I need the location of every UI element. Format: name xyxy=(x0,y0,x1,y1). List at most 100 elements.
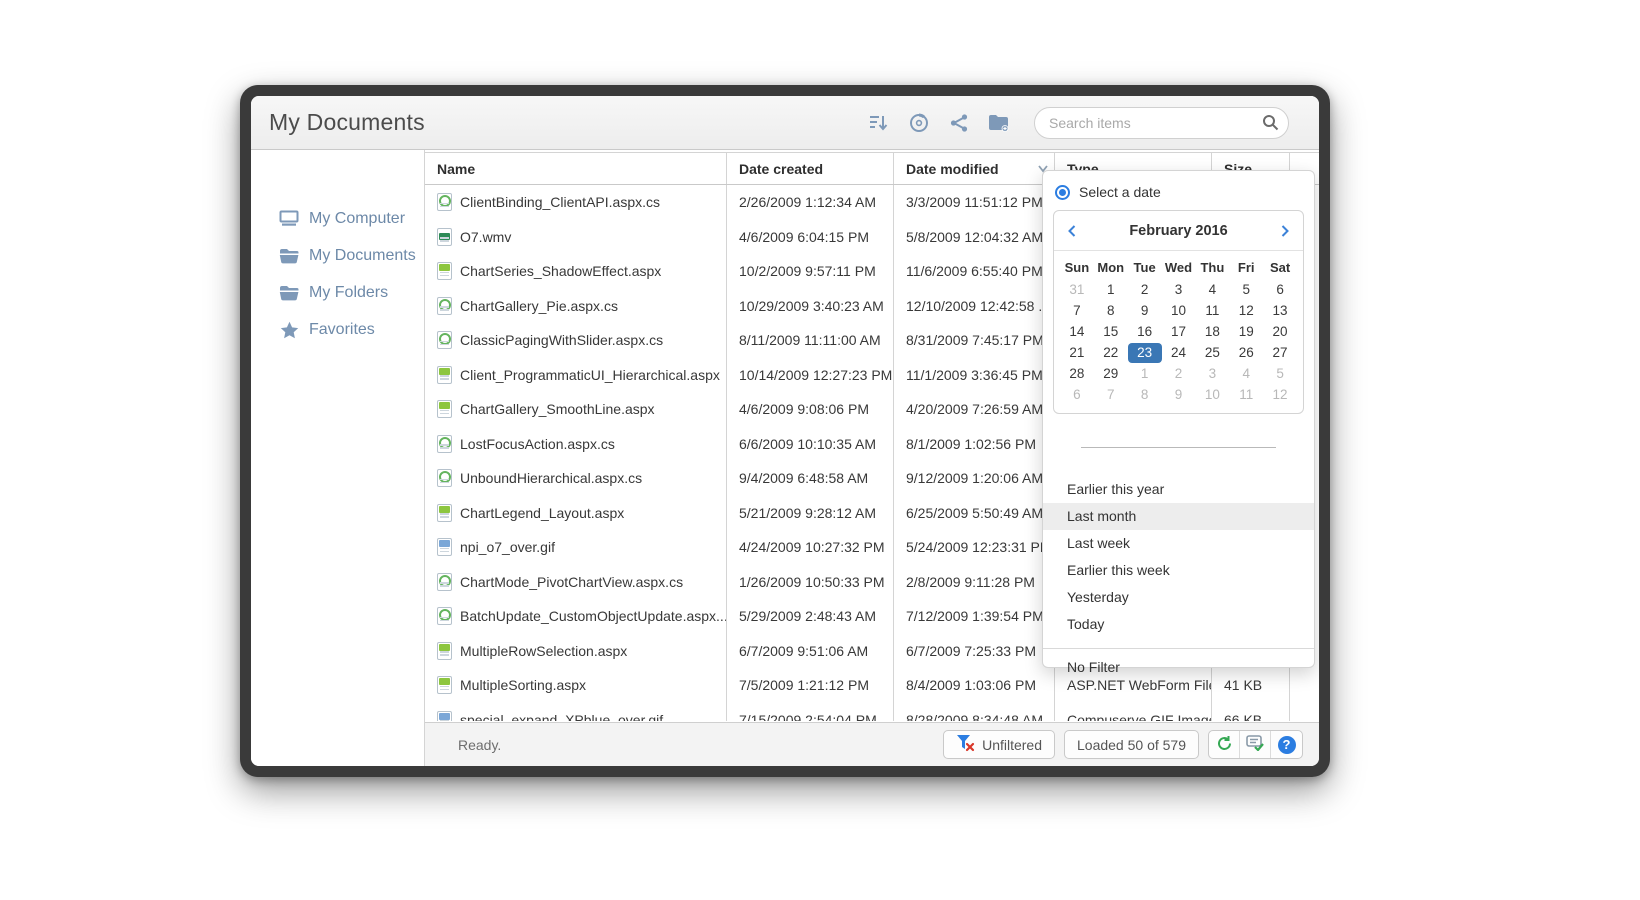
calendar-day[interactable]: 25 xyxy=(1195,343,1229,363)
status-bar-right: Unfiltered Loaded 50 of 579 xyxy=(943,730,1319,759)
filter-status-button[interactable]: Unfiltered xyxy=(943,730,1055,759)
file-date-created: 10/2/2009 9:57:11 PM xyxy=(727,254,894,289)
table-row[interactable]: special_expand_XPblue_over.gif 7/15/2009… xyxy=(425,703,1319,722)
sidebar-item-my-documents[interactable]: My Documents xyxy=(251,237,424,274)
column-header-date-created[interactable]: Date created xyxy=(727,153,894,184)
calendar-day[interactable]: 8 xyxy=(1094,301,1128,321)
calendar-day[interactable]: 2 xyxy=(1162,364,1196,384)
file-name: ClientBinding_ClientAPI.aspx.cs xyxy=(460,194,660,210)
calendar-day[interactable]: 11 xyxy=(1195,301,1229,321)
file-date-created: 5/29/2009 2:48:43 AM xyxy=(727,599,894,634)
calendar-day[interactable]: 13 xyxy=(1263,301,1297,321)
filter-status-label: Unfiltered xyxy=(982,737,1042,753)
file-date-modified: 6/25/2009 5:50:49 AM xyxy=(894,496,1055,531)
file-date-created: 4/6/2009 9:08:06 PM xyxy=(727,392,894,427)
disc-icon[interactable] xyxy=(906,110,932,136)
auto-refresh-button[interactable] xyxy=(1240,731,1271,758)
calendar-day[interactable]: 1 xyxy=(1128,364,1162,384)
file-name: Client_ProgrammaticUI_Hierarchical.aspx xyxy=(460,367,720,383)
monitor-check-icon xyxy=(1246,735,1264,754)
file-type-icon xyxy=(437,228,452,246)
calendar-day[interactable]: 27 xyxy=(1263,343,1297,363)
file-name: ChartLegend_Layout.aspx xyxy=(460,505,624,521)
calendar-day[interactable]: 3 xyxy=(1195,364,1229,384)
calendar-day[interactable]: 5 xyxy=(1263,364,1297,384)
column-header-name[interactable]: Name xyxy=(425,153,727,184)
calendar-day[interactable]: 20 xyxy=(1263,322,1297,342)
calendar-day[interactable]: 6 xyxy=(1263,280,1297,300)
quick-filter-item[interactable]: Earlier this year xyxy=(1043,476,1314,503)
calendar-day[interactable]: 9 xyxy=(1162,385,1196,405)
quick-filter-item[interactable]: Last week xyxy=(1043,530,1314,557)
calendar-day[interactable]: 18 xyxy=(1195,322,1229,342)
file-date-modified: 3/3/2009 11:51:12 PM xyxy=(894,185,1055,220)
calendar-next-button[interactable] xyxy=(1279,224,1291,238)
calendar-day[interactable]: 4 xyxy=(1195,280,1229,300)
sort-descending-icon[interactable] xyxy=(866,110,892,136)
file-type-icon xyxy=(437,642,452,660)
loaded-count-button[interactable]: Loaded 50 of 579 xyxy=(1064,730,1199,759)
sidebar-item-favorites[interactable]: Favorites xyxy=(251,311,424,348)
calendar-day[interactable]: 11 xyxy=(1229,385,1263,405)
calendar-day[interactable]: 12 xyxy=(1229,301,1263,321)
calendar-day[interactable]: 16 xyxy=(1128,322,1162,342)
search-input[interactable] xyxy=(1034,107,1289,139)
file-date-created: 2/26/2009 1:12:34 AM xyxy=(727,185,894,220)
calendar-day[interactable]: 31 xyxy=(1060,280,1094,300)
calendar-day[interactable]: 21 xyxy=(1060,343,1094,363)
share-icon[interactable] xyxy=(946,110,972,136)
calendar-day[interactable]: 2 xyxy=(1128,280,1162,300)
quick-filter-item[interactable]: Today xyxy=(1043,611,1314,638)
calendar-day[interactable]: 12 xyxy=(1263,385,1297,405)
quick-filter-item[interactable]: Earlier this week xyxy=(1043,557,1314,584)
calendar-day[interactable]: 4 xyxy=(1229,364,1263,384)
calendar-day[interactable]: 5 xyxy=(1229,280,1263,300)
calendar-day[interactable]: 10 xyxy=(1195,385,1229,405)
column-header-date-modified[interactable]: Date modified xyxy=(894,153,1055,184)
quick-filter-item[interactable]: Last month xyxy=(1043,503,1314,530)
calendar-day[interactable]: 6 xyxy=(1060,385,1094,405)
calendar-day[interactable]: 9 xyxy=(1128,301,1162,321)
new-folder-icon[interactable] xyxy=(986,110,1012,136)
status-bar: Ready. xyxy=(425,722,1319,766)
calendar-day[interactable]: 22 xyxy=(1094,343,1128,363)
help-button[interactable]: ? xyxy=(1271,731,1302,758)
sidebar-item-my-computer[interactable]: My Computer xyxy=(251,200,424,237)
calendar-day[interactable]: 14 xyxy=(1060,322,1094,342)
calendar-day[interactable]: 10 xyxy=(1162,301,1196,321)
quick-filter-list: Earlier this yearLast monthLast weekEarl… xyxy=(1043,476,1314,638)
quick-filter-item[interactable]: Yesterday xyxy=(1043,584,1314,611)
sidebar-item-my-folders[interactable]: My Folders xyxy=(251,274,424,311)
calendar-day[interactable]: 24 xyxy=(1162,343,1196,363)
computer-icon xyxy=(279,210,299,227)
file-date-modified: 9/12/2009 1:20:06 AM xyxy=(894,461,1055,496)
calendar-day[interactable]: 26 xyxy=(1229,343,1263,363)
file-date-created: 4/24/2009 10:27:32 PM xyxy=(727,530,894,565)
file-name: UnboundHierarchical.aspx.cs xyxy=(460,470,642,486)
calendar-day-selected[interactable]: 23 xyxy=(1128,343,1162,363)
select-a-date-option[interactable]: Select a date xyxy=(1043,171,1314,200)
file-type-icon xyxy=(437,366,452,384)
calendar-day[interactable]: 7 xyxy=(1060,301,1094,321)
calendar-prev-button[interactable] xyxy=(1066,224,1078,238)
calendar-day[interactable]: 29 xyxy=(1094,364,1128,384)
calendar-grid: SunMonTueWedThuFriSat3112345678910111213… xyxy=(1054,251,1303,413)
calendar-day[interactable]: 19 xyxy=(1229,322,1263,342)
no-filter-item[interactable]: No Filter xyxy=(1043,649,1314,686)
calendar-day[interactable]: 28 xyxy=(1060,364,1094,384)
file-type-icon xyxy=(437,711,452,721)
calendar-day[interactable]: 3 xyxy=(1162,280,1196,300)
calendar-day-name: Sun xyxy=(1060,257,1094,279)
calendar-month-label: February 2016 xyxy=(1129,223,1227,239)
calendar-day[interactable]: 1 xyxy=(1094,280,1128,300)
file-date-modified: 5/24/2009 12:23:31 PM xyxy=(894,530,1055,565)
calendar-day[interactable]: 15 xyxy=(1094,322,1128,342)
calendar-day[interactable]: 17 xyxy=(1162,322,1196,342)
select-a-date-label: Select a date xyxy=(1079,184,1161,200)
refresh-button[interactable] xyxy=(1209,731,1240,758)
calendar-day[interactable]: 7 xyxy=(1094,385,1128,405)
calendar-day[interactable]: 8 xyxy=(1128,385,1162,405)
file-name: npi_o7_over.gif xyxy=(460,539,555,555)
search-icon[interactable] xyxy=(1262,114,1279,136)
file-date-modified: 8/1/2009 1:02:56 PM xyxy=(894,427,1055,462)
